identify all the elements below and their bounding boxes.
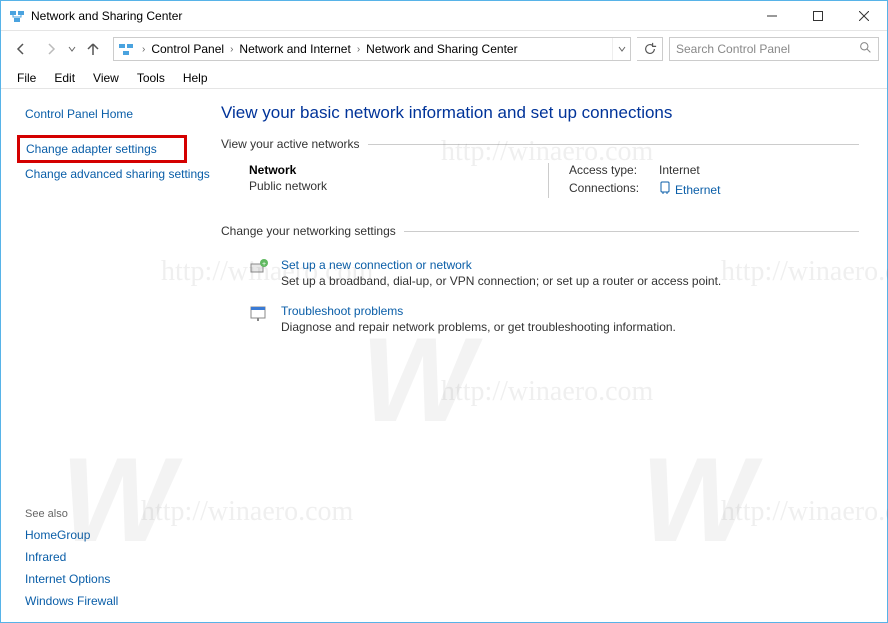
address-dropdown[interactable] [612, 38, 630, 60]
access-type-label: Access type: [569, 163, 639, 177]
up-button[interactable] [79, 35, 107, 63]
recent-dropdown[interactable] [67, 39, 77, 59]
address-bar[interactable]: › Control Panel › Network and Internet ›… [113, 37, 631, 61]
troubleshoot-item: Troubleshoot problems Diagnose and repai… [221, 296, 859, 342]
menu-tools[interactable]: Tools [129, 69, 173, 87]
page-title: View your basic network information and … [221, 103, 859, 123]
svg-text:+: + [262, 261, 266, 268]
setup-connection-icon: + [249, 258, 269, 278]
close-button[interactable] [841, 1, 887, 30]
sidebar-advanced-link[interactable]: Change advanced sharing settings [25, 163, 211, 185]
breadcrumb-item[interactable]: Network and Internet [237, 42, 352, 56]
setup-connection-link[interactable]: Set up a new connection or network [281, 258, 721, 272]
see-also-windows-firewall[interactable]: Windows Firewall [25, 590, 211, 612]
setup-connection-desc: Set up a broadband, dial-up, or VPN conn… [281, 274, 721, 288]
titlebar: Network and Sharing Center [1, 1, 887, 31]
window-title: Network and Sharing Center [31, 9, 749, 23]
troubleshoot-icon [249, 304, 269, 324]
ethernet-icon [659, 181, 671, 198]
menu-help[interactable]: Help [175, 69, 216, 87]
see-also-internet-options[interactable]: Internet Options [25, 568, 211, 590]
watermark-w: W [641, 431, 754, 569]
connections-link[interactable]: Ethernet [659, 181, 720, 198]
address-icon [116, 39, 136, 59]
troubleshoot-desc: Diagnose and repair network problems, or… [281, 320, 676, 334]
breadcrumb-item[interactable]: Control Panel [149, 42, 226, 56]
chevron-right-icon[interactable]: › [226, 44, 237, 55]
app-icon [9, 8, 25, 24]
change-settings-heading: Change your networking settings [221, 224, 859, 238]
active-networks-heading: View your active networks [221, 137, 859, 151]
sidebar-adapter-link[interactable]: Change adapter settings [17, 135, 187, 163]
watermark-w: W [61, 431, 174, 569]
chevron-right-icon[interactable]: › [138, 44, 149, 55]
menu-file[interactable]: File [9, 69, 44, 87]
navbar: › Control Panel › Network and Internet ›… [1, 31, 887, 67]
minimize-button[interactable] [749, 1, 795, 30]
network-name: Network [249, 163, 538, 177]
troubleshoot-link[interactable]: Troubleshoot problems [281, 304, 676, 318]
main-panel: View your basic network information and … [211, 89, 887, 622]
forward-button[interactable] [37, 35, 65, 63]
back-button[interactable] [7, 35, 35, 63]
sidebar-home-link[interactable]: Control Panel Home [25, 103, 211, 125]
refresh-button[interactable] [637, 37, 663, 61]
menubar: File Edit View Tools Help [1, 67, 887, 89]
search-input[interactable]: Search Control Panel [669, 37, 879, 61]
menu-edit[interactable]: Edit [46, 69, 83, 87]
window-controls [749, 1, 887, 30]
connections-label: Connections: [569, 181, 639, 198]
network-type: Public network [249, 179, 538, 193]
maximize-button[interactable] [795, 1, 841, 30]
menu-view[interactable]: View [85, 69, 127, 87]
search-placeholder: Search Control Panel [676, 42, 859, 56]
breadcrumb-item[interactable]: Network and Sharing Center [364, 42, 519, 56]
search-icon [859, 41, 872, 57]
chevron-right-icon[interactable]: › [353, 44, 364, 55]
setup-connection-item: + Set up a new connection or network Set… [221, 250, 859, 296]
watermark-w: W [361, 311, 474, 449]
network-block: Network Public network Access type: Inte… [221, 163, 859, 198]
access-type-value: Internet [659, 163, 720, 177]
